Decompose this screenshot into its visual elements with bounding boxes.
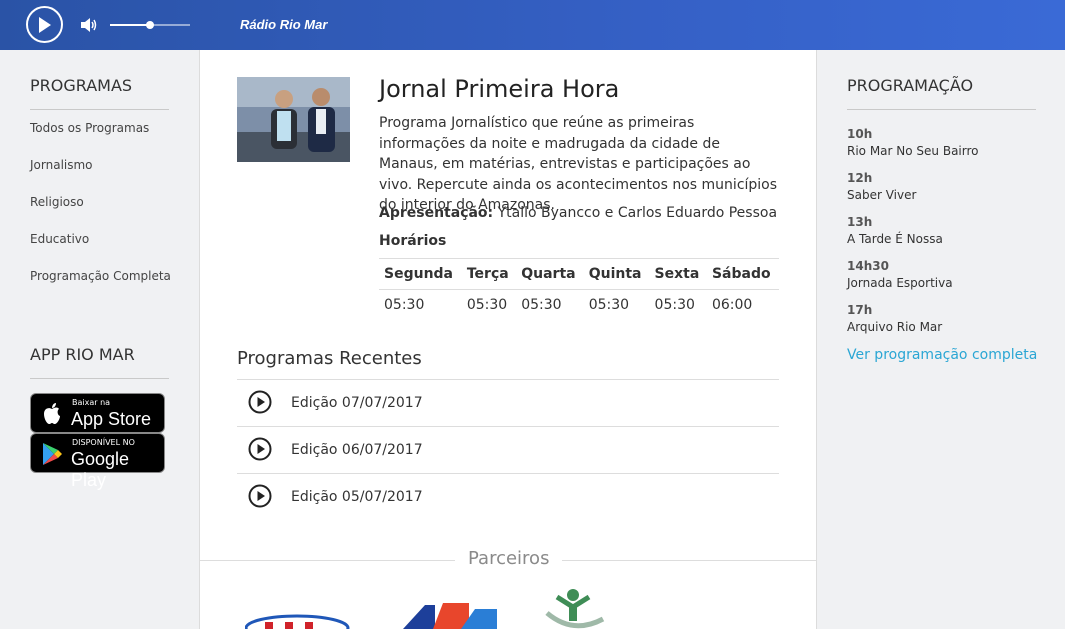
schedule-program[interactable]: Arquivo Rio Mar bbox=[847, 320, 942, 334]
time-cell: 05:30 bbox=[654, 296, 695, 313]
volume-fill bbox=[110, 24, 150, 26]
schedule-time-row: 05:30 05:30 05:30 05:30 05:30 06:00 bbox=[379, 290, 779, 320]
day-header: Segunda bbox=[379, 258, 462, 290]
episode-item[interactable]: Edição 06/07/2017 bbox=[237, 426, 779, 473]
full-schedule-link[interactable]: Ver programação completa bbox=[847, 347, 1037, 363]
app-store-label: App Store bbox=[71, 409, 152, 429]
time-cell: 06:00 bbox=[711, 296, 753, 313]
schedule-time: 17h bbox=[847, 303, 873, 317]
google-play-button[interactable]: DISPONÍVEL NO Google Play bbox=[30, 433, 165, 490]
day-header: Sexta bbox=[649, 258, 707, 290]
nav-item-jornalismo[interactable]: Jornalismo bbox=[30, 158, 93, 172]
nav-item-todos[interactable]: Todos os Programas bbox=[30, 121, 149, 135]
app-store-button[interactable]: Baixar na App Store bbox=[30, 393, 165, 433]
schedule-time: 14h30 bbox=[847, 259, 889, 273]
programacao-heading: PROGRAMAÇÃO bbox=[847, 76, 1036, 110]
player-bar: Rádio Rio Mar bbox=[0, 0, 1065, 50]
episode-item[interactable]: Edição 07/07/2017 bbox=[237, 379, 779, 426]
right-sidebar: PROGRAMAÇÃO 10h Rio Mar No Seu Bairro 12… bbox=[816, 50, 1065, 629]
presenter-label: Apresentação: bbox=[379, 205, 494, 221]
recent-heading: Programas Recentes bbox=[237, 348, 422, 369]
time-cell: 05:30 bbox=[521, 296, 562, 313]
episode-label: Edição 07/07/2017 bbox=[291, 395, 423, 411]
left-sidebar: PROGRAMAS Todos os Programas Jornalismo … bbox=[0, 50, 200, 629]
day-header: Quarta bbox=[516, 258, 584, 290]
google-play-small: DISPONÍVEL NO bbox=[72, 438, 135, 447]
play-circle-icon[interactable] bbox=[248, 484, 272, 508]
nav-item-educativo[interactable]: Educativo bbox=[30, 232, 89, 246]
schedule-header-row: Segunda Terça Quarta Quinta Sexta Sábado bbox=[379, 258, 779, 290]
schedule-table: Segunda Terça Quarta Quinta Sexta Sábado… bbox=[379, 258, 779, 320]
play-circle-icon[interactable] bbox=[248, 390, 272, 414]
episode-label: Edição 05/07/2017 bbox=[291, 489, 423, 505]
partners-heading: Parceiros bbox=[455, 548, 563, 569]
schedule-program[interactable]: A Tarde É Nossa bbox=[847, 232, 943, 246]
nav-item-programacao[interactable]: Programação Completa bbox=[30, 269, 171, 283]
nav-item-religioso[interactable]: Religioso bbox=[30, 195, 84, 209]
volume-knob[interactable] bbox=[146, 21, 154, 29]
schedule-program[interactable]: Saber Viver bbox=[847, 188, 916, 202]
time-cell: 05:30 bbox=[466, 296, 508, 313]
presenter-value: Ytallo Byancco e Carlos Eduardo Pessoa bbox=[493, 205, 778, 221]
schedule-program[interactable]: Jornada Esportiva bbox=[847, 276, 953, 290]
google-play-label: Google Play bbox=[71, 449, 130, 490]
play-circle-icon[interactable] bbox=[248, 437, 272, 461]
station-name: Rádio Rio Mar bbox=[240, 17, 328, 32]
partner-logo-2[interactable] bbox=[403, 603, 499, 629]
time-cell: 05:30 bbox=[588, 296, 630, 313]
time-cell: 05:30 bbox=[384, 296, 425, 313]
main-content: Jornal Primeira Hora Programa Jornalísti… bbox=[200, 50, 816, 629]
apple-icon bbox=[44, 403, 60, 424]
partner-logo-1[interactable] bbox=[245, 612, 350, 629]
play-icon bbox=[39, 17, 51, 33]
play-button[interactable] bbox=[26, 6, 63, 43]
episode-label: Edição 06/07/2017 bbox=[291, 442, 423, 458]
day-header: Sábado bbox=[706, 258, 779, 290]
programas-heading: PROGRAMAS bbox=[30, 76, 169, 110]
google-play-icon bbox=[43, 443, 62, 465]
day-header: Terça bbox=[461, 258, 517, 290]
schedule-time: 12h bbox=[847, 171, 873, 185]
volume-slider[interactable] bbox=[110, 21, 190, 29]
schedule-heading: Horários bbox=[379, 233, 447, 249]
schedule-program[interactable]: Rio Mar No Seu Bairro bbox=[847, 144, 979, 158]
episode-item[interactable]: Edição 05/07/2017 bbox=[237, 473, 779, 520]
volume-icon[interactable] bbox=[80, 17, 98, 33]
app-store-small: Baixar na bbox=[72, 398, 111, 407]
partner-logo-3[interactable] bbox=[545, 587, 605, 629]
app-heading: APP RIO MAR bbox=[30, 345, 169, 379]
program-presenters: Apresentação: Ytallo Byancco e Carlos Ed… bbox=[379, 205, 777, 221]
program-title: Jornal Primeira Hora bbox=[379, 75, 620, 103]
schedule-time: 13h bbox=[847, 215, 873, 229]
schedule-time: 10h bbox=[847, 127, 873, 141]
program-photo bbox=[237, 77, 350, 162]
program-description: Programa Jornalístico que reúne as prime… bbox=[379, 115, 778, 213]
day-header: Quinta bbox=[583, 258, 650, 290]
